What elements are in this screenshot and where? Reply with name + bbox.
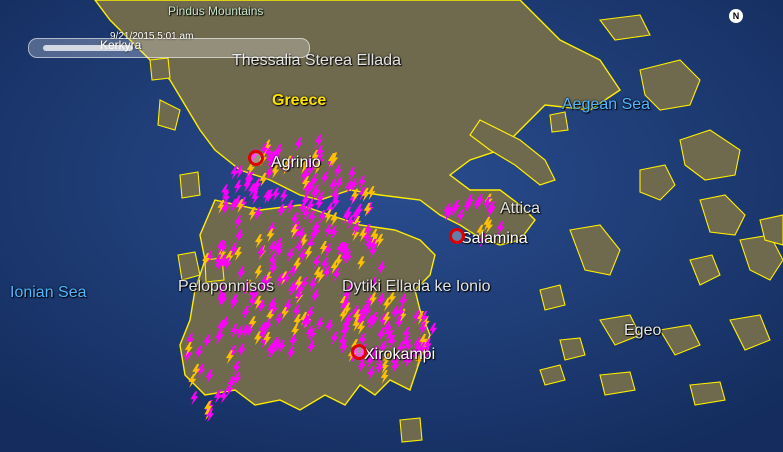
city-marker-icon[interactable] <box>248 150 264 166</box>
label-peloponnisos: Peloponnisos <box>178 278 275 295</box>
label-agrinio: Agrinio <box>271 154 321 171</box>
label-greece: Greece <box>272 92 327 109</box>
label-xirokampi: Xirokampi <box>364 346 436 363</box>
label-attica: Attica <box>500 200 541 217</box>
label-dytiki-ellada: Dytiki Ellada ke Ionio <box>342 278 491 295</box>
city-marker-icon[interactable] <box>449 228 465 244</box>
label-ionian-sea: Ionian Sea <box>10 284 87 301</box>
label-pindus-mountains: Pindus Mountains <box>168 4 264 18</box>
timestamp-label: 9/21/2015 5:01 am <box>110 31 194 42</box>
peloponnese <box>179 199 436 411</box>
label-salamina: Salamina <box>461 230 528 247</box>
time-slider-handle[interactable] <box>43 45 133 51</box>
label-aegean-sea: Aegean Sea <box>562 96 651 113</box>
compass-icon[interactable]: N <box>729 9 743 23</box>
label-egeo: Egeo <box>624 322 662 339</box>
city-marker-icon[interactable] <box>351 344 367 360</box>
